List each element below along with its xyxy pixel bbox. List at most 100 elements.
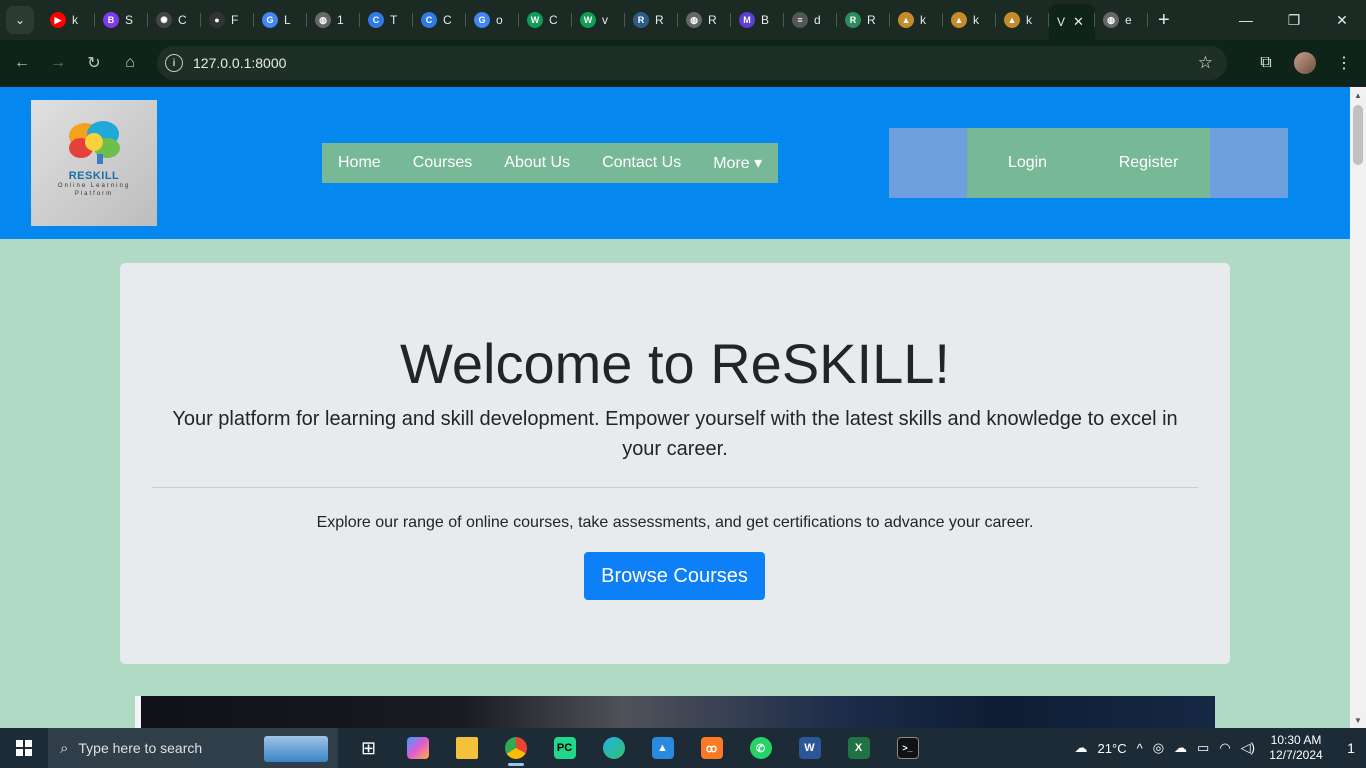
copilot-icon[interactable] [393,728,442,768]
system-tray: ☁ 21°C ^ ◎ ☁ ▭ ◠ ◁) 10:30 AM 12/7/2024 1 [1070,728,1366,768]
nav-item-1[interactable]: Courses [397,154,489,172]
tab-title: F [231,13,239,27]
login-link[interactable]: Login [967,154,1088,172]
word-icon[interactable]: W [785,728,834,768]
address-bar[interactable]: i 127.0.0.1:8000 ☆ [157,46,1227,80]
tab-title: V [1057,15,1065,29]
divider [152,487,1198,488]
close-window-icon[interactable]: ✕ [1318,0,1366,40]
scroll-up-icon[interactable]: ▲ [1350,87,1366,103]
edge-icon[interactable] [589,728,638,768]
tab[interactable]: ◍ e [1095,4,1148,36]
tab[interactable]: GL [254,4,307,36]
nav-item-4[interactable]: More ▾ [697,153,762,173]
extensions-icon[interactable]: ⧉ [1254,54,1278,72]
volume-icon[interactable]: ◁) [1241,740,1255,756]
hero-heading: Welcome to ReSKILL! [400,332,950,395]
close-icon[interactable]: ✕ [1073,14,1084,30]
weather-icon[interactable]: ☁ [1075,740,1088,756]
browser-toolbar: ← → ↻ ⌂ i 127.0.0.1:8000 ☆ ⧉ ⋮ [0,40,1366,86]
meet-icon[interactable]: ◎ [1153,740,1164,756]
star-icon[interactable]: ☆ [1198,53,1213,73]
tab[interactable]: CT [360,4,413,36]
page-scrollbar[interactable]: ▲ ▼ [1350,87,1366,728]
tab-strip: ⌄ ▶ k B S ✺ C ● F G L ◍ 1 C T C C Go W C Wv R R ◍ R M B ≡ d R R ▲ k ▲ k ▲ k… [0,0,1366,40]
task-view-icon[interactable]: ⊞ [344,728,393,768]
new-tab-button[interactable]: + [1158,9,1170,32]
tab[interactable]: Go [466,4,519,36]
tab-title: R [708,13,716,27]
tab-title: R [867,13,875,27]
rs-icon: R [633,12,649,28]
tab[interactable]: ◍ R [678,4,731,36]
register-link[interactable]: Register [1088,154,1209,172]
tab[interactable]: Wv [572,4,625,36]
openai-icon: ✺ [156,12,172,28]
tab[interactable]: ≡ d [784,4,837,36]
forward-icon[interactable]: → [40,45,76,81]
site-logo[interactable]: RESKILL Online Learning Platform [31,100,157,226]
start-button[interactable] [0,728,48,768]
pycharm-icon[interactable]: PC [540,728,589,768]
wifi-icon[interactable]: ◠ [1219,740,1230,756]
nav-item-0[interactable]: Home [338,154,397,172]
notification-count: 1 [1347,740,1355,756]
reload-icon[interactable]: ↻ [76,45,112,81]
chrome-icon[interactable] [491,728,540,768]
tab[interactable]: BS [95,4,148,36]
youtube-icon: ▶ [50,12,66,28]
tab[interactable]: ◍ 1 [307,4,360,36]
url-text[interactable]: 127.0.0.1:8000 [193,55,286,71]
whatsapp-icon[interactable]: ✆ [736,728,785,768]
windows-taskbar: ⌕ Type here to search ⊞ PC ▲ ꝏ ✆ W X >_ … [0,728,1366,768]
tab-title: R [655,13,663,27]
tab[interactable]: RR [625,4,678,36]
notification-icon[interactable]: 1 [1336,728,1366,768]
terminal-icon[interactable]: >_ [883,728,932,768]
m-icon: M [739,12,755,28]
taskbar-search[interactable]: ⌕ Type here to search [48,728,338,768]
tab-search-button[interactable]: ⌄ [6,6,34,34]
nav-item-3[interactable]: Contact Us [586,154,697,172]
tab[interactable]: ▲ k [890,4,943,36]
back-icon[interactable]: ← [4,45,40,81]
minimize-icon[interactable]: — [1222,0,1270,40]
logo-subtitle: Online Learning Platform [57,183,131,197]
browse-courses-button[interactable]: Browse Courses [584,552,765,600]
menu-icon[interactable]: ⋮ [1332,53,1356,73]
tab[interactable]: ▲ k [943,4,996,36]
c-circle-icon: C [368,12,384,28]
temperature[interactable]: 21°C [1098,741,1127,756]
tab[interactable]: MB [731,4,784,36]
profile-avatar[interactable] [1294,52,1316,74]
tab[interactable]: WC [519,4,572,36]
nav-item-2[interactable]: About Us [488,154,586,172]
xampp-icon[interactable]: ꝏ [687,728,736,768]
excel-icon[interactable]: X [834,728,883,768]
tab-title: C [549,13,557,27]
info-icon[interactable]: i [165,54,183,72]
scroll-thumb[interactable] [1353,105,1363,165]
tab-active[interactable]: V ✕ [1049,4,1095,40]
tab-title: T [390,13,398,27]
restore-icon[interactable]: ❐ [1270,0,1318,40]
battery-icon[interactable]: ▭ [1197,740,1209,756]
photos-icon[interactable]: ▲ [638,728,687,768]
tab[interactable]: ✺ C [148,4,201,36]
scroll-down-icon[interactable]: ▼ [1350,712,1366,728]
tab[interactable]: ▲ k [996,4,1049,36]
home-icon[interactable]: ⌂ [112,45,148,81]
tab-title: v [602,13,608,27]
tab[interactable]: CC [413,4,466,36]
tab-title: C [178,13,186,27]
onedrive-icon[interactable]: ☁ [1174,740,1187,756]
tab-title: k [920,13,926,27]
file-explorer-icon[interactable] [442,728,491,768]
clock[interactable]: 10:30 AM 12/7/2024 [1266,733,1326,763]
b-icon: B [103,12,119,28]
chevron-up-icon[interactable]: ^ [1137,741,1143,756]
tab[interactable]: RR [837,4,890,36]
tab[interactable]: ▶ k [42,4,95,36]
w-icon: W [527,12,543,28]
tab[interactable]: ● F [201,4,254,36]
